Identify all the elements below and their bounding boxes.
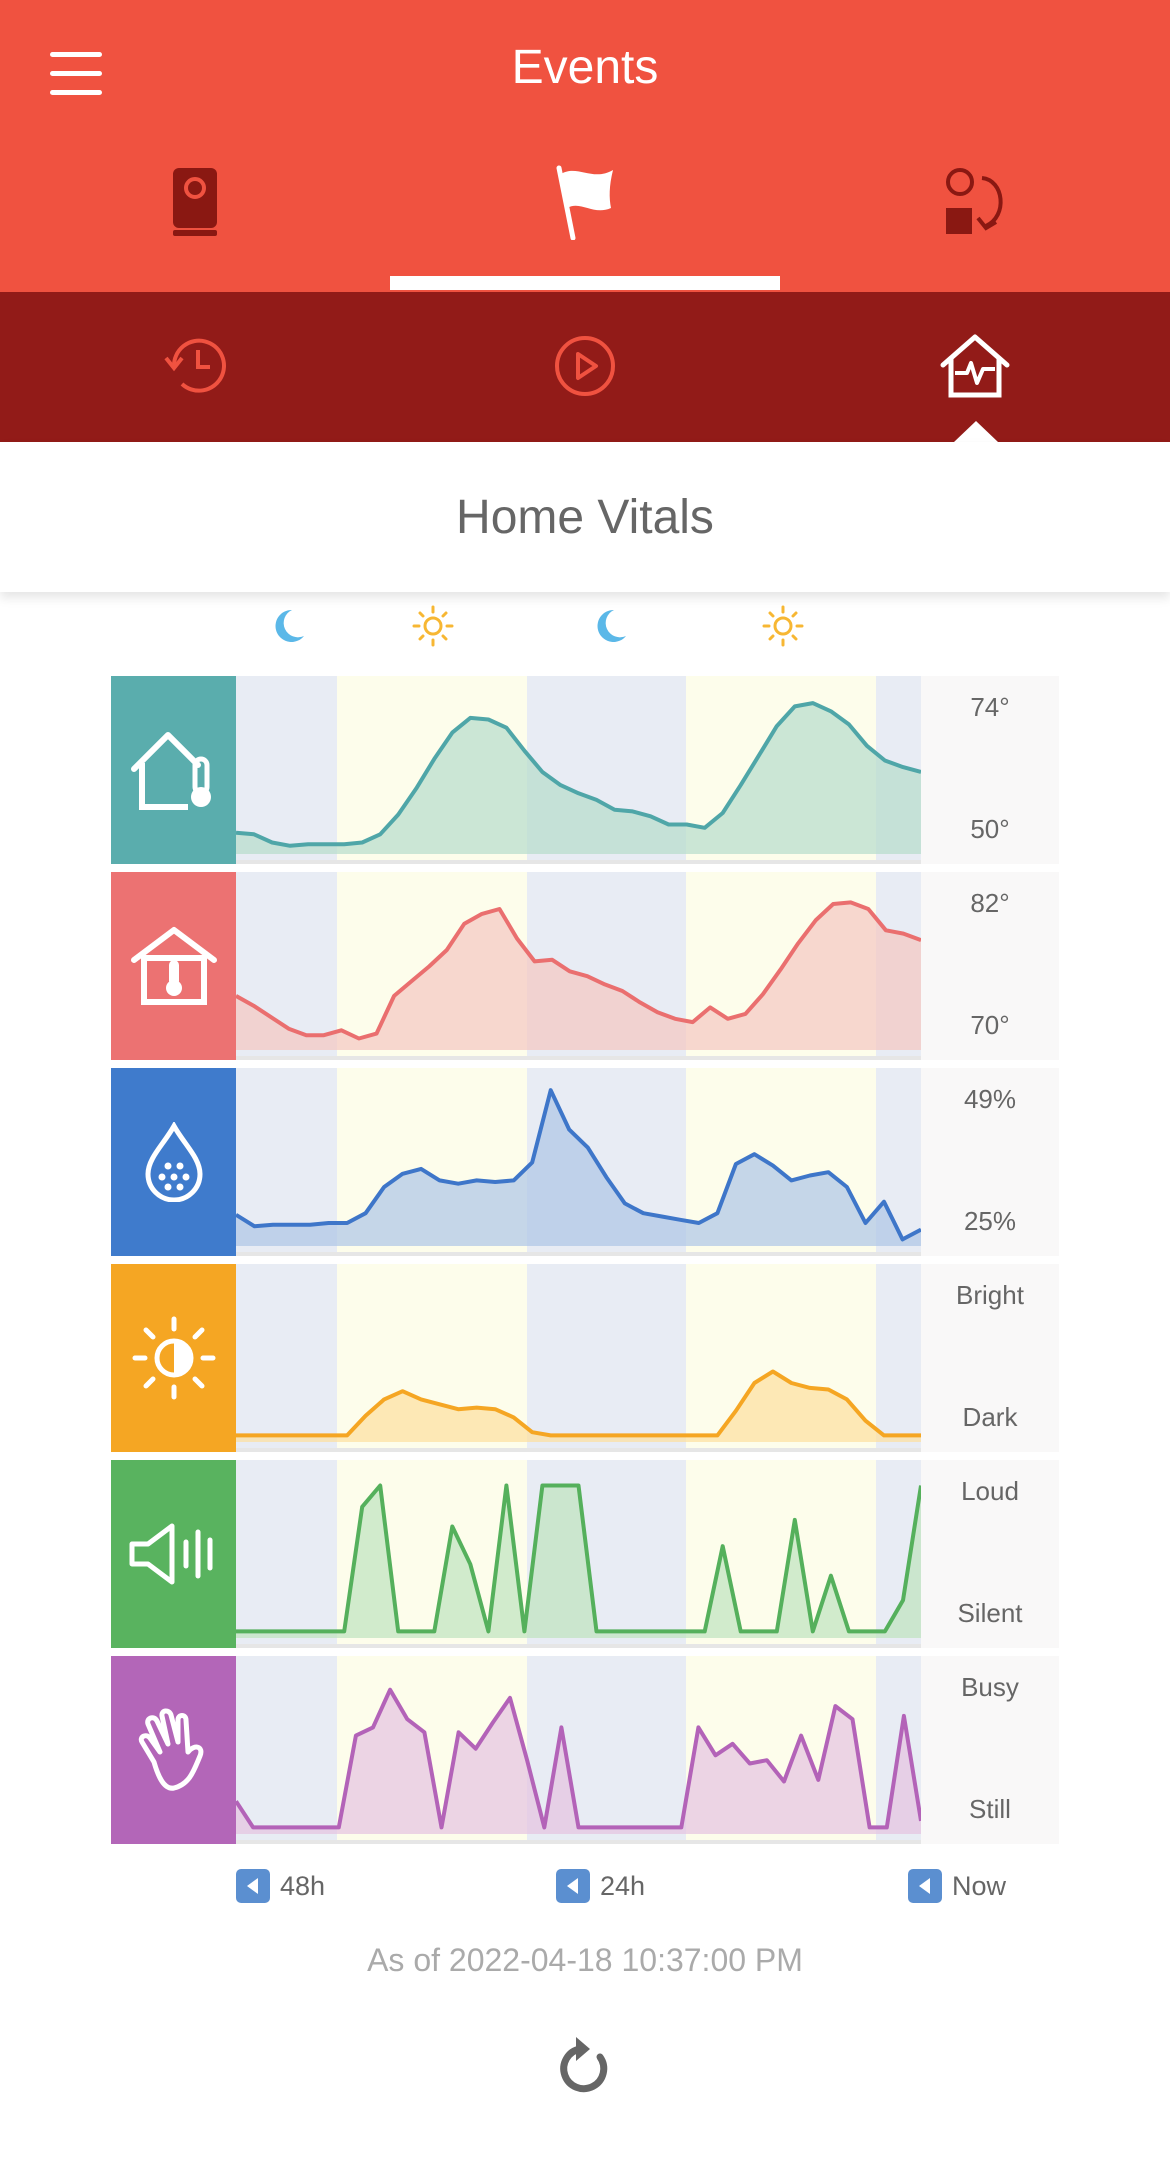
activity-tile bbox=[111, 1656, 236, 1844]
time-band bbox=[527, 1264, 686, 1452]
tab-playback[interactable] bbox=[390, 322, 780, 410]
tab-history[interactable] bbox=[0, 322, 390, 410]
vital-chart bbox=[236, 1656, 921, 1844]
vital-row-activity[interactable]: Busy Still bbox=[111, 1656, 1059, 1844]
moon-icon bbox=[275, 609, 304, 642]
sub-nav-bar bbox=[0, 292, 1170, 442]
vital-row-light-level[interactable]: Bright Dark bbox=[111, 1264, 1059, 1452]
time-band bbox=[236, 1264, 337, 1452]
page-title: Events bbox=[511, 41, 659, 94]
timeline-label: Now bbox=[952, 1870, 1007, 1901]
vital-chart bbox=[236, 1264, 921, 1452]
automation-icon bbox=[946, 168, 1003, 234]
sun-icon bbox=[762, 605, 804, 647]
tab-automations[interactable] bbox=[780, 160, 1170, 244]
time-band bbox=[236, 1460, 337, 1648]
vital-chart bbox=[236, 676, 921, 864]
section-header: Home Vitals bbox=[0, 442, 1170, 592]
play-back-icon bbox=[556, 1869, 590, 1903]
vital-row-humidity[interactable]: 49% 25% bbox=[111, 1068, 1059, 1256]
tab-devices[interactable] bbox=[0, 160, 390, 244]
scale-max-label: 82° bbox=[970, 888, 1010, 918]
humidity-drop-icon bbox=[144, 1122, 203, 1202]
scale-min-label: 50° bbox=[970, 814, 1010, 844]
brightness-icon bbox=[132, 1316, 215, 1400]
selected-tab-indicator bbox=[390, 276, 780, 290]
vital-chart bbox=[236, 1460, 921, 1648]
noise-level-tile bbox=[111, 1460, 236, 1648]
indoor-temperature-tile bbox=[111, 872, 236, 1060]
scale-max-label: Busy bbox=[961, 1672, 1019, 1702]
vital-scale: Busy Still bbox=[921, 1656, 1059, 1844]
scale-min-label: 70° bbox=[970, 1010, 1010, 1040]
scale-min-label: 25% bbox=[963, 1206, 1017, 1236]
tab-home-vitals[interactable] bbox=[780, 322, 1170, 410]
play-icon bbox=[555, 336, 615, 396]
selected-subtab-caret bbox=[954, 421, 998, 442]
scale-max-label: Loud bbox=[961, 1476, 1019, 1506]
play-back-icon bbox=[236, 1869, 270, 1903]
vital-scale: 49% 25% bbox=[921, 1068, 1059, 1256]
outdoor-temperature-tile bbox=[111, 676, 236, 864]
row-divider bbox=[236, 1252, 921, 1256]
timeline-label: 24h bbox=[600, 1870, 646, 1901]
vital-row-noise-level[interactable]: Loud Silent bbox=[111, 1460, 1059, 1648]
tab-events[interactable] bbox=[390, 160, 780, 244]
row-divider bbox=[236, 860, 921, 864]
vital-scale: Bright Dark bbox=[921, 1264, 1059, 1452]
row-divider bbox=[236, 1448, 921, 1452]
humidity-tile bbox=[111, 1068, 236, 1256]
vital-scale: 74° 50° bbox=[921, 676, 1059, 864]
vital-chart bbox=[236, 1068, 921, 1256]
scale-max-label: 49% bbox=[963, 1084, 1017, 1114]
row-divider bbox=[236, 1644, 921, 1648]
time-band bbox=[876, 1264, 921, 1452]
timeline-label: 48h bbox=[280, 1870, 326, 1901]
section-title: Home Vitals bbox=[456, 491, 714, 544]
vital-chart bbox=[236, 872, 921, 1060]
vital-row-indoor-temperature[interactable]: 82° 70° bbox=[111, 872, 1059, 1060]
speaker-volume-icon bbox=[129, 1523, 212, 1585]
scale-min-label: Silent bbox=[957, 1598, 1023, 1628]
timeline-48h-button[interactable]: 48h bbox=[236, 1866, 325, 1906]
home-vitals-icon bbox=[940, 334, 1010, 398]
waving-hand-icon bbox=[138, 1708, 203, 1791]
time-band bbox=[236, 1656, 337, 1844]
scale-max-label: 74° bbox=[970, 692, 1010, 722]
row-divider bbox=[236, 1056, 921, 1060]
vital-scale: 82° 70° bbox=[921, 872, 1059, 1060]
play-back-icon bbox=[908, 1869, 942, 1903]
house-thermometer-inside-icon bbox=[130, 927, 217, 1005]
vital-scale: Loud Silent bbox=[921, 1460, 1059, 1648]
camera-device-icon bbox=[173, 168, 217, 236]
house-thermometer-outside-icon bbox=[130, 732, 211, 810]
scale-min-label: Dark bbox=[962, 1402, 1018, 1432]
sun-icon bbox=[412, 605, 454, 647]
flag-icon bbox=[556, 165, 613, 240]
history-icon bbox=[164, 338, 226, 393]
last-updated-text: As of 2022-04-18 10:37:00 PM bbox=[367, 1942, 803, 1978]
vital-row-outdoor-temperature[interactable]: 74° 50° bbox=[111, 676, 1059, 864]
row-divider bbox=[236, 1840, 921, 1844]
scale-max-label: Bright bbox=[956, 1280, 1024, 1310]
scale-min-label: Still bbox=[969, 1794, 1011, 1824]
moon-icon bbox=[597, 609, 626, 642]
light-level-tile bbox=[111, 1264, 236, 1452]
refresh-icon[interactable] bbox=[556, 2035, 614, 2097]
timeline-24h-button[interactable]: 24h bbox=[556, 1866, 645, 1906]
timeline-now-button[interactable]: Now bbox=[908, 1866, 1006, 1906]
home-vitals-screen: Events Home Vitals 74° 50° 82° 70° 49% 2… bbox=[0, 0, 1170, 2179]
top-bar: Events bbox=[0, 0, 1170, 292]
